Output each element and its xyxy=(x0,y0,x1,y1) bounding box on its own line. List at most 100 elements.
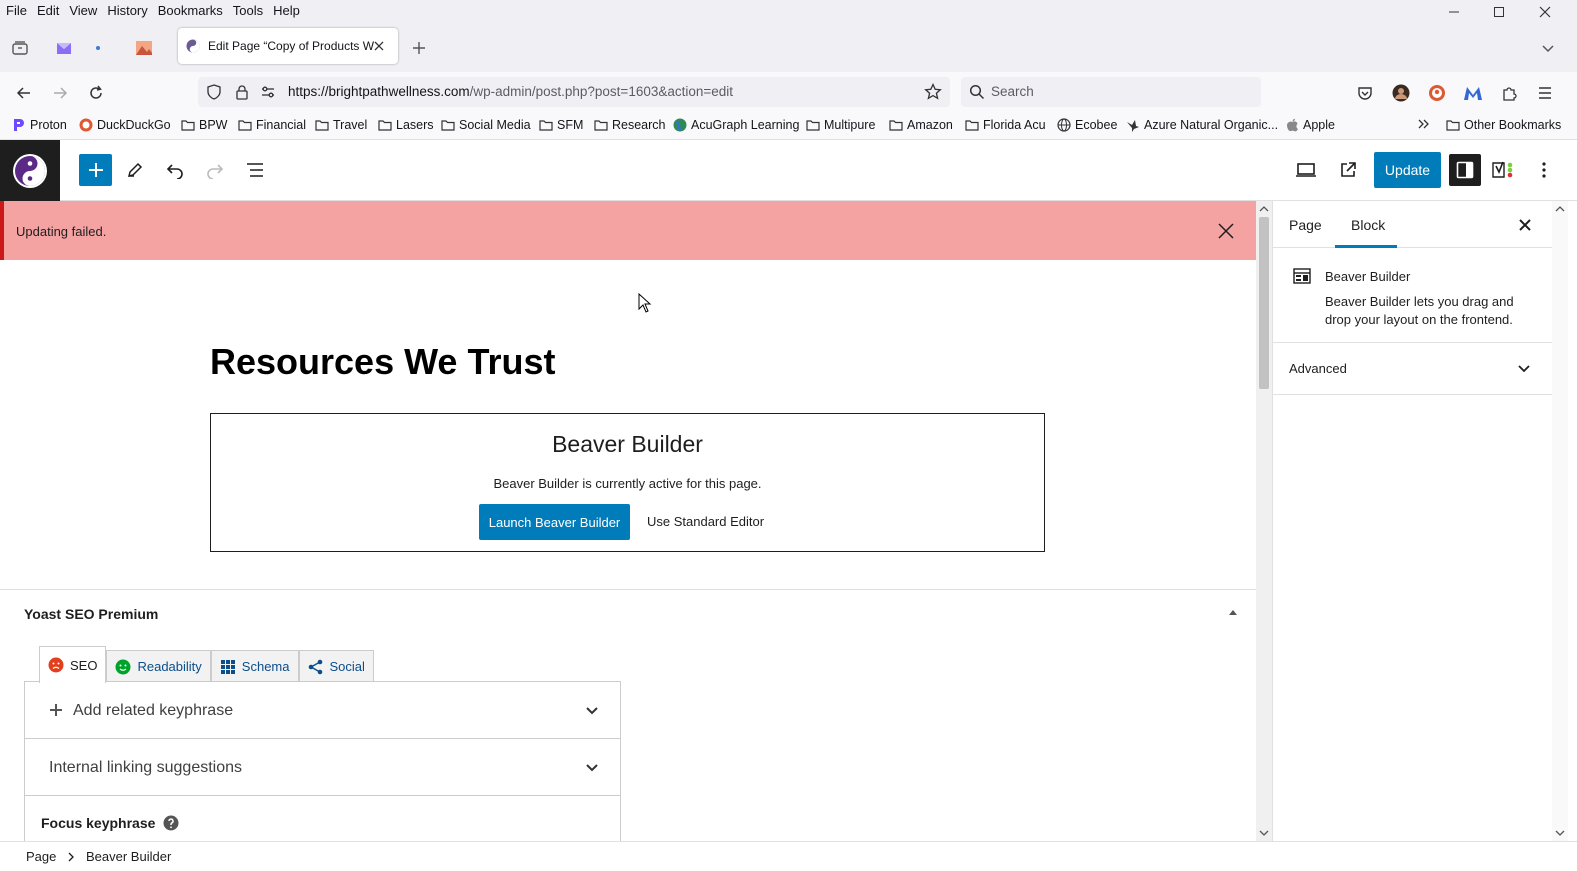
help-question-icon[interactable] xyxy=(163,815,179,831)
list-tabs-chevron-icon[interactable] xyxy=(1538,38,1558,58)
pinned-tab-dot-icon[interactable] xyxy=(88,38,108,58)
extensions-puzzle-icon[interactable] xyxy=(1498,82,1520,104)
bookmark-folder-travel[interactable]: Travel xyxy=(315,118,367,132)
bookmark-folder-lasers[interactable]: Lasers xyxy=(378,118,434,132)
yoast-tab-social[interactable]: Social xyxy=(298,650,374,682)
yoast-tab-seo[interactable]: SEO xyxy=(39,646,107,683)
yoast-tabs: SEO Readability Schema Social xyxy=(39,646,374,683)
menu-bookmarks[interactable]: Bookmarks xyxy=(158,3,223,18)
bookmark-proton[interactable]: Proton xyxy=(12,118,67,132)
yoast-metabox-title[interactable]: Yoast SEO Premium xyxy=(24,606,158,622)
scrollbar-thumb[interactable] xyxy=(1259,217,1269,389)
folder-icon xyxy=(889,120,903,131)
bookmark-apple[interactable]: Apple xyxy=(1286,118,1335,132)
back-arrow-icon[interactable] xyxy=(13,82,35,104)
lock-icon[interactable] xyxy=(234,84,250,100)
url-bar[interactable]: https://brightpathwellness.com/wp-admin/… xyxy=(198,77,950,107)
reload-icon[interactable] xyxy=(85,82,107,104)
bookmark-other-bookmarks[interactable]: Other Bookmarks xyxy=(1446,118,1561,132)
yoast-seo-icon[interactable] xyxy=(1491,157,1517,183)
notice-close-icon[interactable] xyxy=(1216,221,1236,241)
close-sidebar-icon[interactable] xyxy=(1516,216,1534,234)
bookmark-folder-bpw[interactable]: BPW xyxy=(181,118,227,132)
search-bar[interactable]: Search xyxy=(961,77,1261,107)
bookmarks-toolbar: Proton DuckDuckGo BPW Financial Travel L… xyxy=(0,112,1577,140)
bookmark-folder-social-media[interactable]: Social Media xyxy=(441,118,531,132)
page-scrollbar[interactable] xyxy=(1552,201,1568,841)
pocket-icon[interactable] xyxy=(1354,82,1376,104)
bookmark-folder-sfm[interactable]: SFM xyxy=(539,118,583,132)
beaver-builder-block[interactable]: Beaver Builder Beaver Builder is current… xyxy=(210,413,1045,552)
menu-view[interactable]: View xyxy=(69,3,97,18)
scroll-up-arrow-icon[interactable] xyxy=(1259,205,1269,213)
bookmark-folder-amazon[interactable]: Amazon xyxy=(889,118,953,132)
active-tab[interactable]: Edit Page “Copy of Products W xyxy=(178,28,398,64)
sidebar-tab-block[interactable]: Block xyxy=(1335,201,1397,248)
internal-linking-toggle[interactable]: Internal linking suggestions xyxy=(25,739,620,796)
bookmark-acugraph[interactable]: AcuGraph Learning xyxy=(673,118,799,132)
undo-icon[interactable] xyxy=(162,157,188,183)
pinned-tab-image-icon[interactable] xyxy=(134,38,154,58)
menu-file[interactable]: File xyxy=(6,3,27,18)
settings-sidebar-icon[interactable] xyxy=(1449,154,1481,186)
forward-arrow-icon[interactable] xyxy=(49,82,71,104)
menu-history[interactable]: History xyxy=(107,3,147,18)
window-close-icon[interactable] xyxy=(1530,2,1560,22)
bookmark-star-icon[interactable] xyxy=(924,83,942,101)
bookmark-duckduckgo[interactable]: DuckDuckGo xyxy=(79,118,171,132)
collapse-triangle-icon[interactable] xyxy=(1226,606,1240,620)
yoast-tab-schema[interactable]: Schema xyxy=(210,650,299,682)
scroll-down-arrow-icon[interactable] xyxy=(1259,829,1269,837)
bookmarks-overflow-chevron-icon[interactable] xyxy=(1417,118,1431,130)
menu-tools[interactable]: Tools xyxy=(233,3,263,18)
bookmark-label: Social Media xyxy=(459,118,531,132)
launch-beaver-builder-button[interactable]: Launch Beaver Builder xyxy=(479,504,630,540)
tab-strip: Edit Page “Copy of Products W xyxy=(0,22,1577,72)
bookmark-folder-multipure[interactable]: Multipure xyxy=(806,118,875,132)
tab-manager-icon[interactable] xyxy=(10,38,30,58)
scroll-down-arrow-icon[interactable] xyxy=(1555,829,1565,837)
advanced-panel-toggle[interactable]: Advanced xyxy=(1273,343,1552,395)
bookmark-azure[interactable]: Azure Natural Organic... xyxy=(1126,118,1278,132)
options-kebab-icon[interactable] xyxy=(1531,157,1557,183)
bookmark-folder-research[interactable]: Research xyxy=(594,118,666,132)
tracking-shield-icon[interactable] xyxy=(206,84,222,100)
readability-smile-icon xyxy=(115,659,131,674)
page-title[interactable]: Resources We Trust xyxy=(210,341,555,383)
add-related-keyphrase-toggle[interactable]: Add related keyphrase xyxy=(25,682,620,739)
bookmark-label: AcuGraph Learning xyxy=(691,118,800,132)
scroll-up-arrow-icon[interactable] xyxy=(1555,205,1565,213)
folder-icon xyxy=(315,120,329,131)
bookmark-folder-financial[interactable]: Financial xyxy=(238,118,306,132)
use-standard-editor-link[interactable]: Use Standard Editor xyxy=(647,514,764,529)
bookmark-label: Florida Acu xyxy=(983,118,1046,132)
menu-edit[interactable]: Edit xyxy=(37,3,59,18)
hamburger-menu-icon[interactable] xyxy=(1534,82,1556,104)
bookmark-ecobee[interactable]: Ecobee xyxy=(1057,118,1117,132)
document-overview-icon[interactable] xyxy=(242,157,268,183)
update-button[interactable]: Update xyxy=(1374,152,1441,188)
sidebar-tab-page[interactable]: Page xyxy=(1289,217,1322,233)
menu-help[interactable]: Help xyxy=(273,3,300,18)
yoast-tab-readability[interactable]: Readability xyxy=(106,650,211,682)
malwarebytes-extension-icon[interactable] xyxy=(1462,82,1484,104)
pinned-tab-proton-icon[interactable] xyxy=(54,38,74,58)
minimize-icon[interactable] xyxy=(1439,2,1469,22)
profile-avatar-icon[interactable] xyxy=(1390,82,1412,104)
add-block-plus-icon[interactable] xyxy=(79,154,112,186)
maximize-icon[interactable] xyxy=(1484,2,1514,22)
duckduckgo-extension-icon[interactable] xyxy=(1426,82,1448,104)
bookmark-folder-florida-acu[interactable]: Florida Acu xyxy=(965,118,1046,132)
edit-pencil-icon[interactable] xyxy=(122,157,148,183)
redo-icon[interactable] xyxy=(202,157,228,183)
permissions-icon[interactable] xyxy=(260,84,276,100)
tab-close-icon[interactable] xyxy=(374,41,384,51)
bookmark-label: Ecobee xyxy=(1075,118,1118,132)
site-logo-yin-yang-icon[interactable] xyxy=(0,140,60,201)
canvas-scrollbar[interactable] xyxy=(1256,201,1272,841)
new-tab-plus-icon[interactable] xyxy=(409,38,429,58)
view-page-external-icon[interactable] xyxy=(1335,157,1361,183)
breadcrumb-page[interactable]: Page xyxy=(26,849,56,864)
preview-device-icon[interactable] xyxy=(1293,157,1319,183)
breadcrumb-beaver-builder[interactable]: Beaver Builder xyxy=(86,849,171,864)
